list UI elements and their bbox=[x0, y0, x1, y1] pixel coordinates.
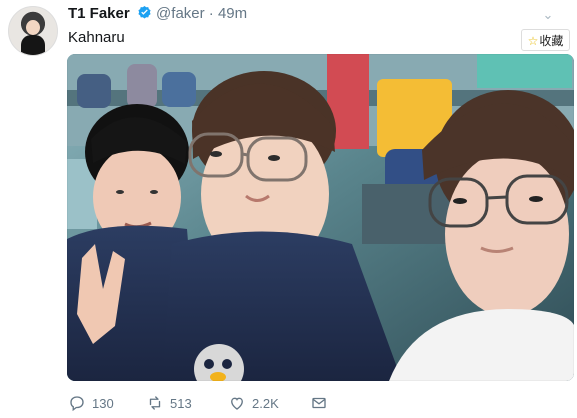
tweet-card: T1 Faker @faker · 49m ⌄ Kahnaru ☆收藏 crus… bbox=[0, 0, 577, 418]
selfie-photo bbox=[67, 54, 574, 381]
separator-dot: · bbox=[208, 5, 214, 22]
tweet-actions: 130 513 2.2K bbox=[64, 391, 364, 415]
tweet-text: Kahnaru bbox=[68, 29, 125, 46]
save-label: 收藏 bbox=[539, 34, 564, 48]
save-button[interactable]: ☆收藏 bbox=[521, 29, 570, 51]
heart-icon bbox=[231, 397, 243, 410]
user-handle[interactable]: @faker bbox=[156, 5, 205, 22]
retweet-icon bbox=[149, 396, 161, 410]
chevron-down-icon[interactable]: ⌄ bbox=[541, 8, 555, 22]
timestamp[interactable]: 49m bbox=[218, 5, 247, 22]
star-icon: ☆ bbox=[527, 34, 539, 48]
tweet-photo[interactable] bbox=[67, 54, 574, 381]
avatar-face bbox=[26, 20, 40, 35]
verified-badge-icon bbox=[137, 5, 152, 20]
retweet-button[interactable]: 513 bbox=[146, 391, 192, 415]
reply-button[interactable]: 130 bbox=[68, 391, 114, 415]
display-name[interactable]: T1 Faker bbox=[68, 5, 130, 22]
mail-icon bbox=[312, 397, 326, 409]
reply-icon bbox=[70, 396, 84, 412]
image-watermark: crushed bbox=[8, 395, 51, 409]
like-button[interactable]: 2.2K bbox=[228, 391, 279, 415]
reply-count: 130 bbox=[92, 395, 114, 411]
like-count: 2.2K bbox=[252, 395, 279, 411]
tweet-header: T1 Faker @faker · 49m bbox=[68, 5, 247, 23]
retweet-count: 513 bbox=[170, 395, 192, 411]
avatar-body bbox=[21, 35, 45, 55]
avatar[interactable] bbox=[8, 6, 58, 56]
message-button[interactable] bbox=[310, 391, 328, 415]
